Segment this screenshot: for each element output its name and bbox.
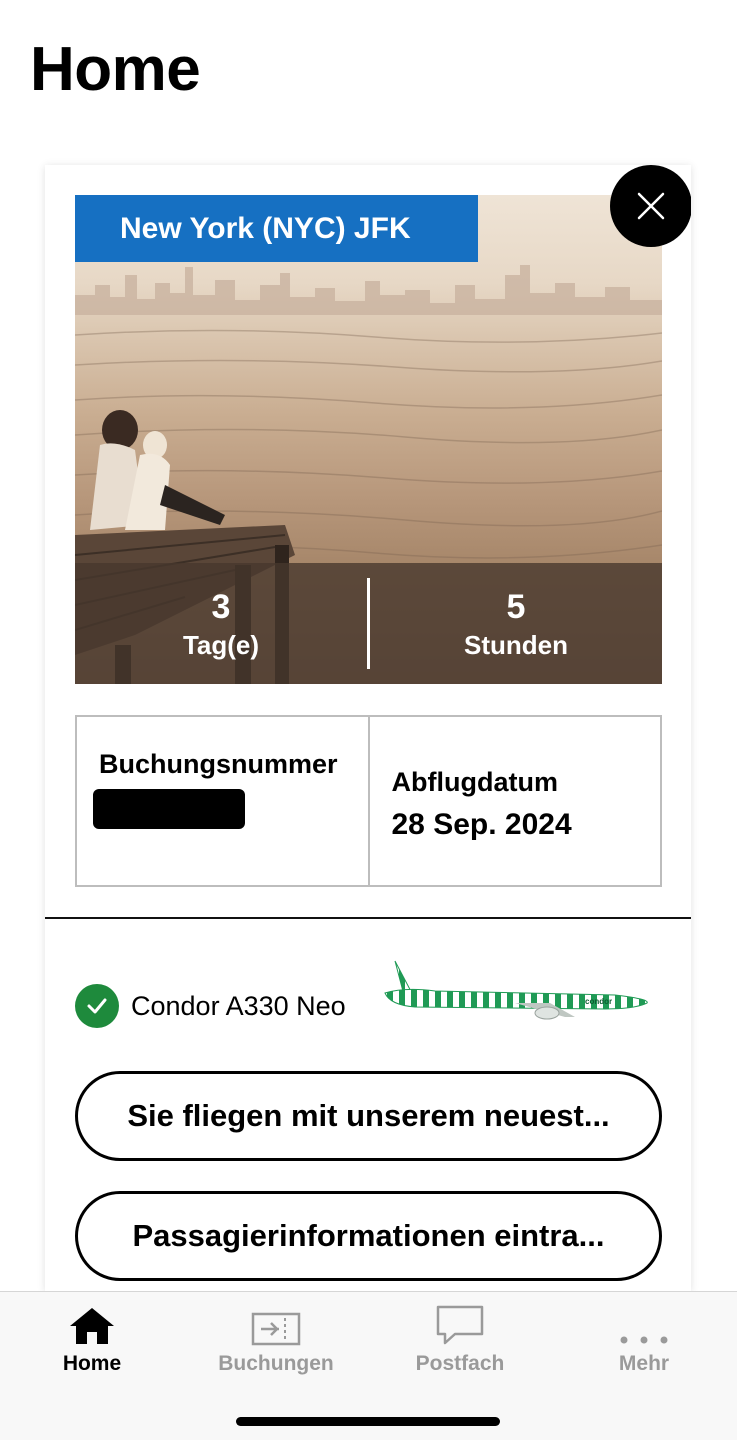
booking-number-redacted [93,789,245,829]
divider [45,917,691,919]
aircraft-name: Condor A330 Neo [131,990,346,1021]
days-label: Tag(e) [182,629,260,660]
booking-info-table: Buchungsnummer Abflugdatum 28 Sep. 2024 [75,715,662,887]
more-icon [619,1292,669,1352]
hours-value: 5 [506,587,526,626]
hours-label: Stunden [464,629,568,660]
tab-bookings-label: Buchungen [218,1352,334,1375]
tab-home-label: Home [62,1352,122,1375]
home-icon [68,1292,116,1352]
close-button[interactable] [610,165,691,247]
tab-inbox[interactable]: Postfach [368,1292,552,1392]
departure-date-value: 28 Sep. 2024 [391,808,572,841]
tab-bookings[interactable]: Buchungen [184,1292,368,1392]
ticket-icon [251,1292,301,1352]
home-indicator [236,1417,500,1426]
person-with-dog-graphic [90,410,225,530]
departure-date-label: Abflugdatum [391,767,558,797]
passenger-info-button[interactable]: Passagierinformationen eintra... [75,1191,662,1281]
days-value: 3 [211,587,231,626]
check-icon [75,984,119,1028]
aircraft-livery-image: condor [384,960,648,1020]
countdown-hours: 5 Stunden [370,563,662,684]
livery-text: condor [585,997,612,1006]
newest-aircraft-button[interactable]: Sie fliegen mit unserem neuest... [75,1071,662,1161]
tab-more[interactable]: Mehr [552,1292,736,1392]
countdown-panel: 3 Tag(e) 5 Stunden [75,563,662,684]
page-title: Home [30,35,201,104]
countdown-days: 3 Tag(e) [75,563,367,684]
aircraft-row: Condor A330 Neo condor [75,960,662,1041]
close-icon [637,192,665,220]
tab-inbox-label: Postfach [415,1352,505,1375]
departure-date-cell: Abflugdatum 28 Sep. 2024 [367,717,661,885]
tab-home[interactable]: Home [0,1292,184,1392]
tab-more-label: Mehr [618,1352,670,1375]
destination-banner: New York (NYC) JFK [75,195,478,262]
message-icon [435,1292,485,1352]
booking-number-cell: Buchungsnummer [77,717,368,885]
booking-number-label: Buchungsnummer [99,749,338,779]
skyline-graphic [75,265,662,315]
destination-hero-image: New York (NYC) JFK 3 Tag(e) 5 Stunden [75,195,662,684]
trip-card: New York (NYC) JFK 3 Tag(e) 5 Stunden Bu… [45,165,691,1291]
